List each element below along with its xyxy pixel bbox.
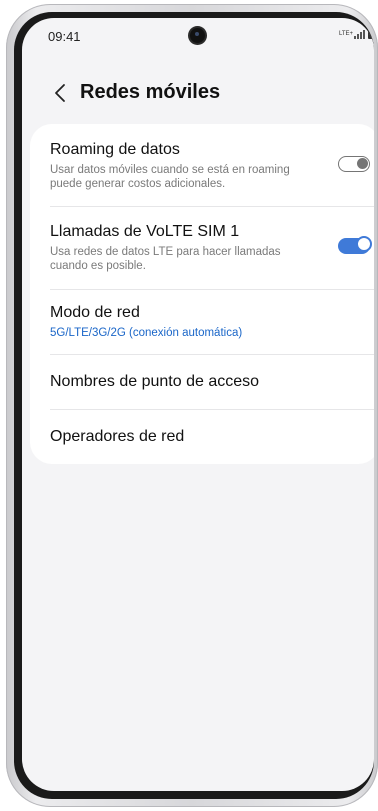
status-icons: LTE+ bbox=[339, 28, 374, 39]
network-operators-item[interactable]: Operadores de red bbox=[30, 410, 374, 464]
phone-device: 09:41 LTE+ Redes móviles Roaming de dato… bbox=[0, 0, 378, 811]
lte-icon: LTE+ bbox=[339, 30, 354, 37]
back-button[interactable] bbox=[50, 81, 72, 105]
apn-label: Nombres de punto de acceso bbox=[50, 373, 260, 390]
volte-description: Usa redes de datos LTE para hacer llamad… bbox=[50, 246, 281, 272]
screen: 09:41 LTE+ Redes móviles Roaming de dato… bbox=[22, 18, 374, 791]
volte-item[interactable]: Llamadas de VoLTE SIM 1 Usa redes de dat… bbox=[30, 207, 374, 289]
network-operators-label: Operadores de red bbox=[50, 428, 185, 445]
status-bar: 09:41 LTE+ bbox=[22, 18, 374, 54]
apn-item[interactable]: Nombres de punto de acceso bbox=[30, 355, 374, 409]
data-roaming-label: Roaming de datos bbox=[50, 141, 180, 158]
page-title: Redes móviles bbox=[80, 81, 221, 103]
network-mode-value: 5G/LTE/3G/2G (conexión automática) bbox=[50, 327, 243, 339]
data-roaming-toggle[interactable] bbox=[338, 156, 370, 172]
battery-icon bbox=[368, 28, 374, 39]
data-roaming-description: Usar datos móviles cuando se está en roa… bbox=[50, 164, 290, 190]
data-roaming-item[interactable]: Roaming de datos Usar datos móviles cuan… bbox=[30, 124, 374, 206]
volte-label: Llamadas de VoLTE SIM 1 bbox=[50, 223, 240, 240]
chevron-left-icon bbox=[55, 84, 65, 102]
status-time: 09:41 bbox=[48, 29, 81, 44]
toggle-knob bbox=[356, 236, 372, 252]
network-mode-item[interactable]: Modo de red 5G/LTE/3G/2G (conexión autom… bbox=[30, 290, 374, 354]
settings-card: Roaming de datos Usar datos móviles cuan… bbox=[30, 124, 374, 464]
network-mode-label: Modo de red bbox=[50, 304, 140, 321]
camera-cutout bbox=[190, 28, 205, 43]
toggle-knob bbox=[357, 158, 368, 169]
signal-icon bbox=[354, 29, 365, 39]
volte-toggle[interactable] bbox=[338, 236, 372, 254]
header: Redes móviles bbox=[22, 78, 374, 110]
